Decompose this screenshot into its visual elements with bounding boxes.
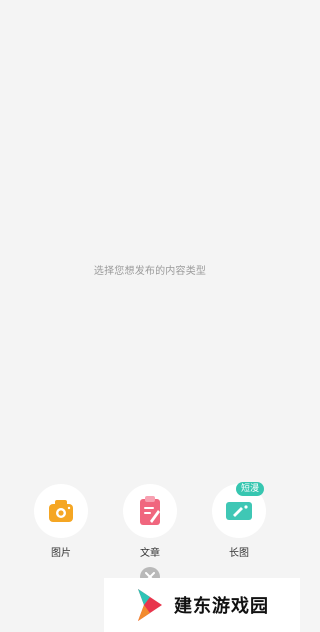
option-photo-label: 图片 [51, 548, 71, 559]
option-long-image-label: 长图 [229, 548, 249, 559]
long-image-icon [226, 502, 252, 520]
option-long-image-circle[interactable]: 短漫 [212, 482, 266, 538]
option-article-circle[interactable] [123, 484, 177, 538]
option-article[interactable]: 文章 [123, 484, 177, 559]
prompt-text: 选择您想发布的内容类型 [93, 266, 207, 277]
option-long-image[interactable]: 短漫 长图 [212, 482, 266, 559]
camera-icon [49, 500, 73, 522]
option-photo-circle[interactable] [34, 484, 88, 538]
short-comic-badge: 短漫 [236, 482, 265, 496]
watermark-text: 建东游戏园 [174, 596, 269, 617]
option-photo[interactable]: 图片 [34, 484, 88, 559]
watermark-banner: 建东游戏园 [104, 578, 300, 632]
option-article-label: 文章 [140, 548, 160, 559]
publish-type-screen: 选择您想发布的内容类型 图片 文章 短漫 长图 建东游戏园 [0, 0, 300, 632]
article-icon [140, 496, 160, 525]
watermark-logo-icon [138, 589, 162, 621]
